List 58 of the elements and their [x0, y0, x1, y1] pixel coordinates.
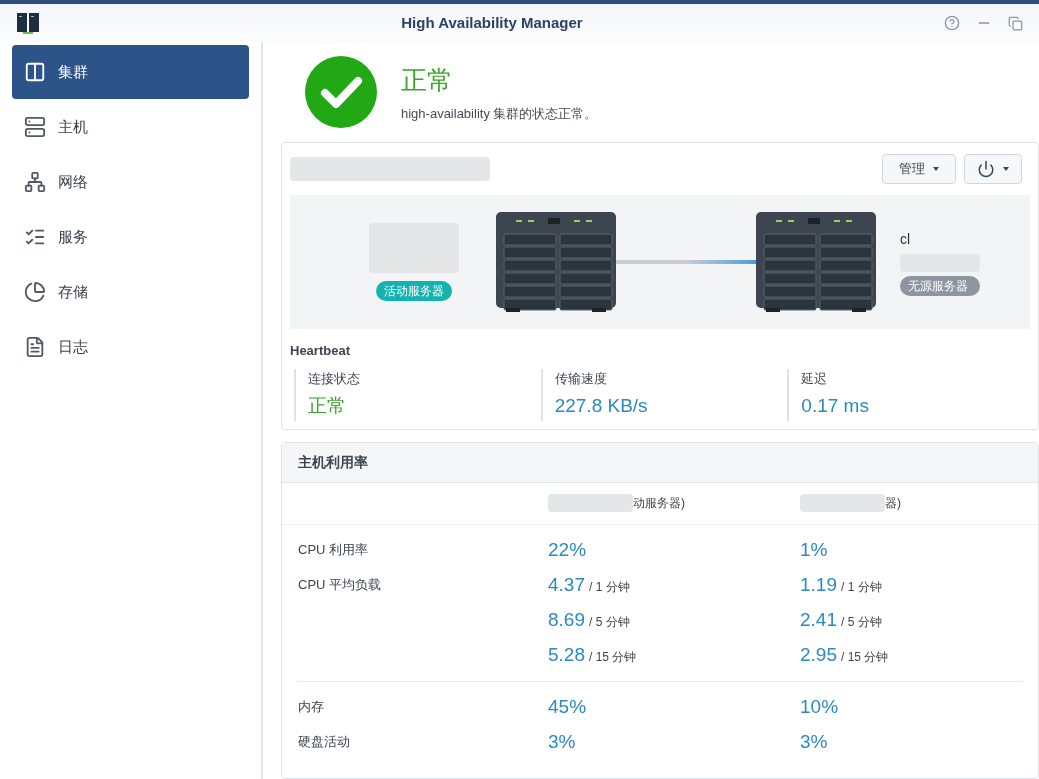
metric-value: 2.95 [800, 642, 837, 667]
sidebar-item[interactable]: 主机 [12, 100, 249, 154]
section-title: 主机利用率 [298, 452, 368, 472]
metric-value: 1% [800, 537, 828, 562]
power-button[interactable] [964, 154, 1022, 184]
metric-value: 0.17 ms [801, 394, 870, 418]
metric-value: 3% [548, 729, 576, 754]
sidebar-item[interactable]: 日志 [12, 320, 249, 374]
metric-unit: / 15 分钟 [841, 648, 889, 666]
sidebar-item[interactable]: 网络 [12, 155, 249, 209]
metric-unit: / 5 分钟 [841, 613, 882, 631]
metric-value: 3% [800, 729, 828, 754]
status-title: 正常 [401, 63, 454, 97]
metric-value: 1.19 [800, 572, 837, 597]
metric-unit: / 15 分钟 [589, 648, 637, 666]
passive-server-badge: 无源服务器 [900, 275, 980, 296]
help-icon[interactable] [944, 15, 960, 31]
column-header: 器) [885, 495, 901, 512]
metric-value: 227.8 KB/s [554, 394, 649, 418]
manage-button[interactable]: 管理 [882, 154, 956, 184]
metric-value: 22% [548, 537, 587, 562]
column-header: 动服务器) [633, 495, 685, 512]
heartbeat-title: Heartbeat [290, 342, 351, 360]
metric-value: 8.69 [548, 607, 585, 632]
active-server-badge: 活动服务器 [376, 281, 452, 301]
metric-label: 延迟 [801, 369, 829, 388]
metric-label: 传输速度 [554, 369, 608, 388]
metric-value: 45% [548, 694, 587, 719]
row-label: 硬盘活动 [298, 733, 351, 752]
row-label: CPU 利用率 [298, 541, 370, 560]
pie-chart-icon [24, 281, 46, 303]
host-name: cl [900, 229, 912, 249]
server-icon [24, 116, 46, 138]
window-title: High Availability Manager [401, 12, 583, 33]
caret-icon [933, 167, 939, 171]
status-message: high-availability 集群的状态正常。 [401, 104, 598, 123]
document-icon [24, 336, 46, 358]
columns-icon [24, 61, 46, 83]
restore-icon[interactable] [1008, 15, 1023, 31]
metric-value: 2.41 [800, 607, 837, 632]
sidebar-item[interactable]: 集群 [12, 45, 249, 99]
sidebar-item[interactable]: 存储 [12, 265, 249, 319]
app-logo-icon [16, 11, 40, 35]
check-circle-icon [305, 56, 377, 128]
metric-value: 4.37 [548, 572, 585, 597]
metric-value: 10% [800, 694, 839, 719]
network-icon [24, 171, 46, 193]
row-label: 内存 [298, 698, 325, 717]
metric-value: 5.28 [548, 642, 585, 667]
sidebar-item[interactable]: 服务 [12, 210, 249, 264]
caret-icon [1003, 167, 1009, 171]
row-label: CPU 平均负载 [298, 576, 383, 595]
power-icon [977, 160, 995, 178]
metric-label: 连接状态 [308, 369, 361, 388]
metric-unit: / 1 分钟 [841, 578, 882, 596]
metric-unit: / 5 分钟 [589, 613, 630, 631]
metric-unit: / 1 分钟 [589, 578, 630, 596]
metric-value: 正常 [308, 394, 347, 418]
